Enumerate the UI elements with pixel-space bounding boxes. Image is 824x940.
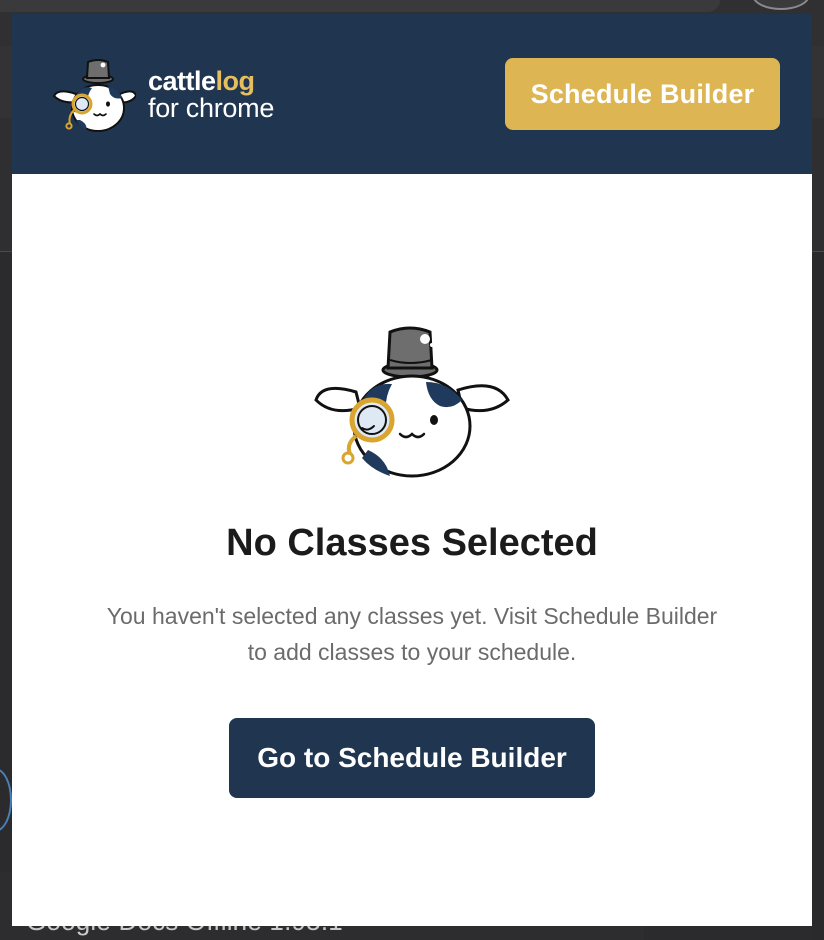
cow-mascot-icon <box>52 59 136 132</box>
browser-tab-strip <box>0 0 720 12</box>
logo-word-cattle: cattle <box>148 66 216 96</box>
schedule-builder-button[interactable]: Schedule Builder <box>505 58 780 130</box>
logo-wordmark: cattlelog for chrome <box>148 68 274 122</box>
cattlelog-logo: cattlelog for chrome <box>52 54 302 134</box>
cow-mascot-monocle-icon <box>314 326 510 478</box>
go-to-schedule-builder-button[interactable]: Go to Schedule Builder <box>229 718 595 798</box>
backdrop-panel <box>812 252 824 940</box>
logo-word-log: log <box>215 66 256 96</box>
extension-popup: cattlelog for chrome Schedule Builder No… <box>12 14 812 926</box>
backdrop-toggle-ring <box>0 768 12 832</box>
empty-state-description: You haven't selected any classes yet. Vi… <box>106 603 718 665</box>
logo-title: cattlelog <box>148 68 274 95</box>
popup-header: cattlelog for chrome Schedule Builder <box>12 14 812 174</box>
empty-state-title: No Classes Selected <box>226 522 598 564</box>
logo-subtitle: for chrome <box>148 93 275 123</box>
